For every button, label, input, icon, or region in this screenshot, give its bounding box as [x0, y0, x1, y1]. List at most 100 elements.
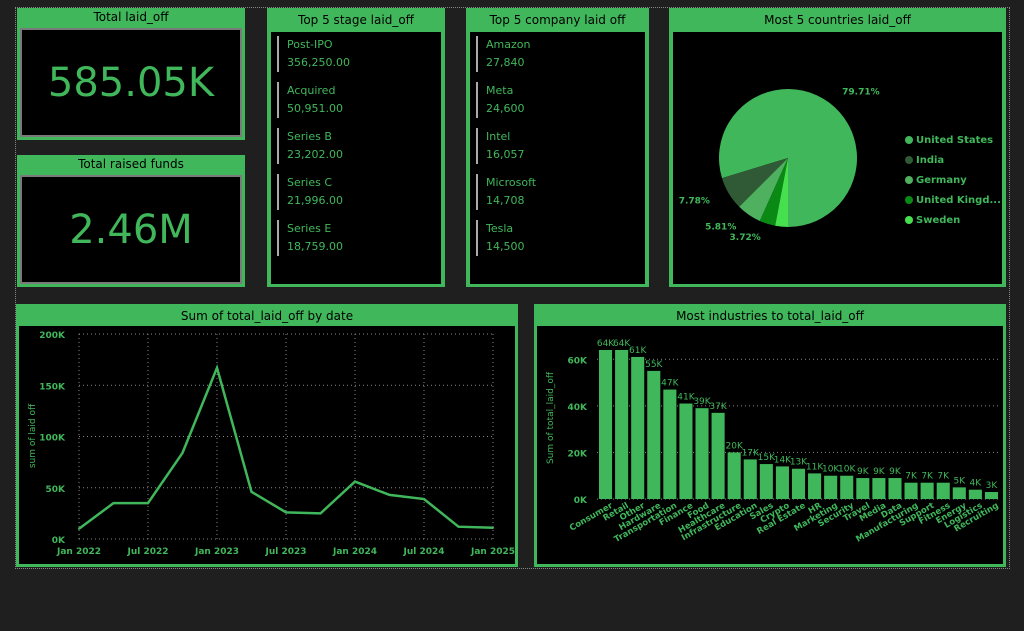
bar[interactable] — [968, 489, 982, 499]
bar[interactable] — [791, 468, 806, 499]
x-tick-label: Jul 2023 — [264, 547, 306, 557]
bar[interactable] — [824, 475, 838, 499]
card-title: Most industries to total_laid_off — [676, 309, 864, 323]
line-series[interactable] — [78, 363, 494, 530]
item-label: Intel — [486, 130, 511, 143]
company-list: Amazon 27,840 Meta 24,600 Intel 16,057 Microso… — [470, 32, 645, 284]
legend-label: United Kingd... — [916, 194, 1001, 206]
x-tick-label: Jul 2022 — [126, 547, 168, 557]
data-point[interactable] — [285, 511, 287, 514]
bar-data-label: 37K — [709, 402, 727, 412]
card-title: Total laid_off — [93, 10, 169, 24]
bar[interactable] — [615, 349, 629, 499]
legend-item[interactable]: India — [905, 150, 1001, 170]
item-value: 50,951.00 — [287, 102, 343, 115]
x-tick-label: Jan 2022 — [56, 547, 101, 557]
item-label: Post-IPO — [287, 38, 333, 51]
data-point[interactable] — [181, 451, 184, 454]
legend-item[interactable]: United States — [905, 130, 1001, 150]
bar-data-label: 9K — [889, 467, 902, 477]
legend-dot-icon — [905, 176, 913, 184]
data-point[interactable] — [457, 525, 460, 528]
total-raised-funds-card: Total raised funds 2.46M — [17, 155, 245, 287]
legend-label: Sweden — [916, 214, 961, 226]
bar[interactable] — [808, 473, 822, 499]
y-tick-label: 0K — [574, 496, 588, 506]
bar[interactable] — [679, 403, 693, 499]
legend-label: India — [916, 154, 945, 166]
list-item: Acquired 50,951.00 — [277, 82, 441, 118]
bar[interactable] — [727, 452, 741, 499]
bar[interactable] — [920, 482, 934, 499]
legend-item[interactable]: Sweden — [905, 210, 1001, 230]
data-point[interactable] — [112, 502, 115, 505]
x-tick-label: Jan 2023 — [194, 547, 239, 557]
bar[interactable] — [952, 487, 966, 499]
countries-pie-card: Most 5 countries laid_off 79.71% 7.78% 5.8… — [669, 8, 1006, 287]
y-axis-title: Sum of total_laid_off — [546, 371, 556, 464]
legend-label: United States — [916, 134, 994, 146]
bar[interactable] — [711, 412, 725, 499]
data-point[interactable] — [147, 502, 149, 505]
data-point[interactable] — [492, 526, 494, 529]
top-stage-card: Top 5 stage laid_off Post-IPO 356,250.00 A… — [267, 8, 445, 287]
list-item: Meta 24,600 — [476, 82, 645, 118]
x-tick-label: Jan 2025 — [470, 547, 515, 557]
item-label: Acquired — [287, 84, 336, 97]
line-chart: 0K 50K 100K 150K 200K Jan 2022 Jul 2022 Jan 202… — [28, 331, 515, 557]
y-tick-label: 100K — [39, 434, 66, 444]
item-label: Microsoft — [486, 176, 537, 189]
y-tick-label: 0K — [52, 536, 66, 546]
y-tick-label: 40K — [568, 403, 589, 413]
bar[interactable] — [759, 464, 773, 499]
data-point[interactable] — [388, 493, 391, 496]
bar[interactable] — [743, 459, 757, 499]
data-point[interactable] — [319, 512, 322, 515]
bar[interactable] — [775, 466, 789, 499]
bar[interactable] — [888, 478, 902, 499]
bar-area: 0K 20K 40K 60K 64K Consumer 64K Retail 61K Other 5… — [537, 326, 1003, 564]
bar[interactable] — [984, 492, 998, 499]
legend-item[interactable]: Germany — [905, 170, 1001, 190]
legend-item[interactable]: United Kingd... — [905, 190, 1001, 210]
data-point[interactable] — [423, 498, 425, 501]
item-label: Series B — [287, 130, 332, 143]
top-company-card: Top 5 company laid off Amazon 27,840 Meta 2… — [466, 8, 649, 287]
data-point[interactable] — [354, 480, 356, 483]
legend-dot-icon — [905, 136, 913, 144]
item-value: 14,708 — [486, 194, 525, 207]
bar-chart: 0K20K40K60K64KConsumer64KRetail61KOther5… — [546, 339, 1001, 545]
data-point[interactable] — [78, 527, 80, 530]
bar[interactable] — [631, 356, 645, 499]
stage-list: Post-IPO 356,250.00 Acquired 50,951.00 Serie… — [271, 32, 441, 284]
pie-area: 79.71% 7.78% 5.81% 3.72% United States India… — [673, 32, 1002, 284]
legend-label: Germany — [916, 174, 967, 186]
list-item: Microsoft 14,708 — [476, 174, 645, 210]
bar[interactable] — [840, 475, 854, 499]
item-value: 16,057 — [486, 148, 525, 161]
bar[interactable] — [663, 389, 677, 499]
bar[interactable] — [599, 349, 613, 499]
bar-data-label: 61K — [629, 346, 647, 356]
bar-data-label: 10K — [838, 465, 856, 475]
item-label: Tesla — [486, 222, 514, 235]
pie-legend: United States India Germany United Kingd...… — [905, 130, 1001, 230]
data-point[interactable] — [250, 490, 253, 493]
bar[interactable] — [904, 482, 918, 499]
bar[interactable] — [695, 408, 709, 499]
data-point[interactable] — [216, 366, 218, 369]
item-label: Series C — [287, 176, 333, 189]
line-chart-card: Sum of total_laid_off by date 0K 50K 100K 1… — [16, 304, 518, 567]
bar[interactable] — [936, 482, 950, 499]
y-tick-label: 150K — [39, 382, 66, 392]
list-item: Series B 23,202.00 — [277, 128, 441, 164]
pie-data-label: 3.72% — [730, 233, 761, 243]
pie-data-label: 7.78% — [679, 197, 710, 207]
bar[interactable] — [872, 478, 886, 499]
y-tick-label: 50K — [46, 485, 67, 495]
bar[interactable] — [856, 478, 870, 499]
item-value: 18,759.00 — [287, 240, 343, 253]
kpi-value: 2.46M — [20, 175, 242, 284]
bar-chart-card: Most industries to total_laid_off 0K 20K 4… — [534, 304, 1006, 567]
bar[interactable] — [647, 370, 661, 499]
